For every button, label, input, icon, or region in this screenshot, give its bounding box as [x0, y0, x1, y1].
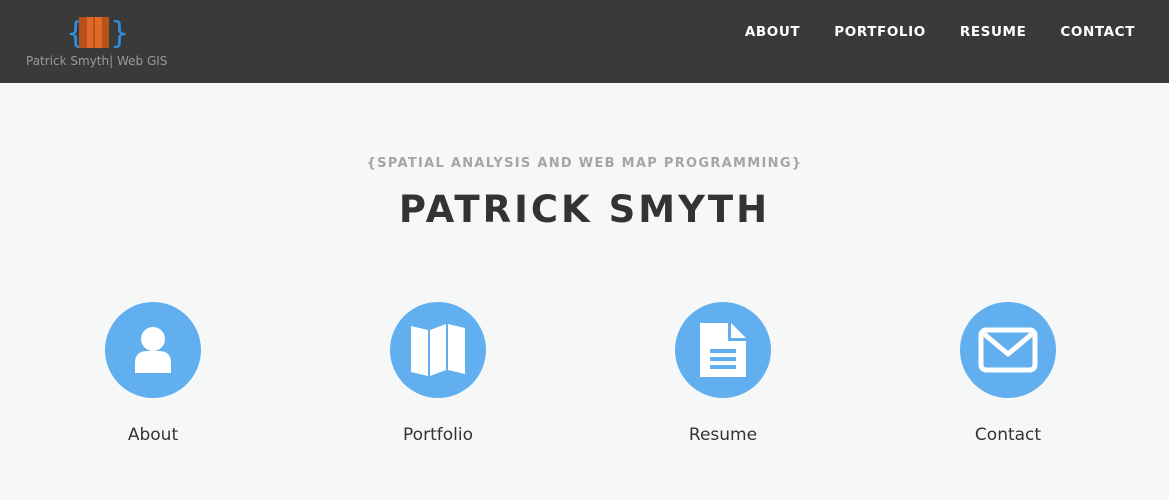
hero-title: PATRICK SMYTH — [398, 188, 771, 231]
nav-portfolio[interactable]: PORTFOLIO — [834, 24, 926, 40]
feature-portfolio-label: Portfolio — [403, 425, 473, 445]
hero-subtitle: {SPATIAL ANALYSIS AND WEB MAP PROGRAMMIN… — [366, 156, 803, 171]
feature-resume[interactable]: Resume — [633, 302, 813, 452]
feature-resume-circle — [675, 302, 771, 398]
nav-contact[interactable]: CONTACT — [1060, 24, 1135, 40]
feature-about[interactable]: About — [63, 302, 243, 452]
feature-resume-label: Resume — [688, 425, 758, 445]
brand-text: Patrick Smyth| Web GIS — [26, 54, 168, 68]
svg-text:}: } — [110, 16, 126, 51]
nav-about[interactable]: ABOUT — [745, 24, 800, 40]
feature-contact-label: Contact — [974, 425, 1042, 445]
feature-about-label: About — [127, 425, 179, 445]
envelope-icon — [978, 327, 1038, 373]
feature-about-circle — [105, 302, 201, 398]
feature-contact-circle — [960, 302, 1056, 398]
brand-logo-link[interactable]: { } Patrick Smyth| Web GIS — [26, 15, 168, 71]
feature-contact[interactable]: Contact — [918, 302, 1098, 452]
document-icon — [700, 323, 746, 377]
nav-resume[interactable]: RESUME — [960, 24, 1027, 40]
feature-portfolio[interactable]: Portfolio — [348, 302, 528, 452]
map-icon — [411, 324, 465, 376]
main-nav: ABOUT PORTFOLIO RESUME CONTACT — [745, 0, 1135, 64]
navbar: { } Patrick Smyth| Web GIS ABOUT PORTFOL… — [0, 0, 1169, 83]
feature-links: About Portfolio Resume Contact — [0, 302, 1169, 462]
book-braces-logo-icon: { } — [66, 16, 126, 51]
user-icon — [135, 327, 171, 373]
feature-portfolio-circle — [390, 302, 486, 398]
